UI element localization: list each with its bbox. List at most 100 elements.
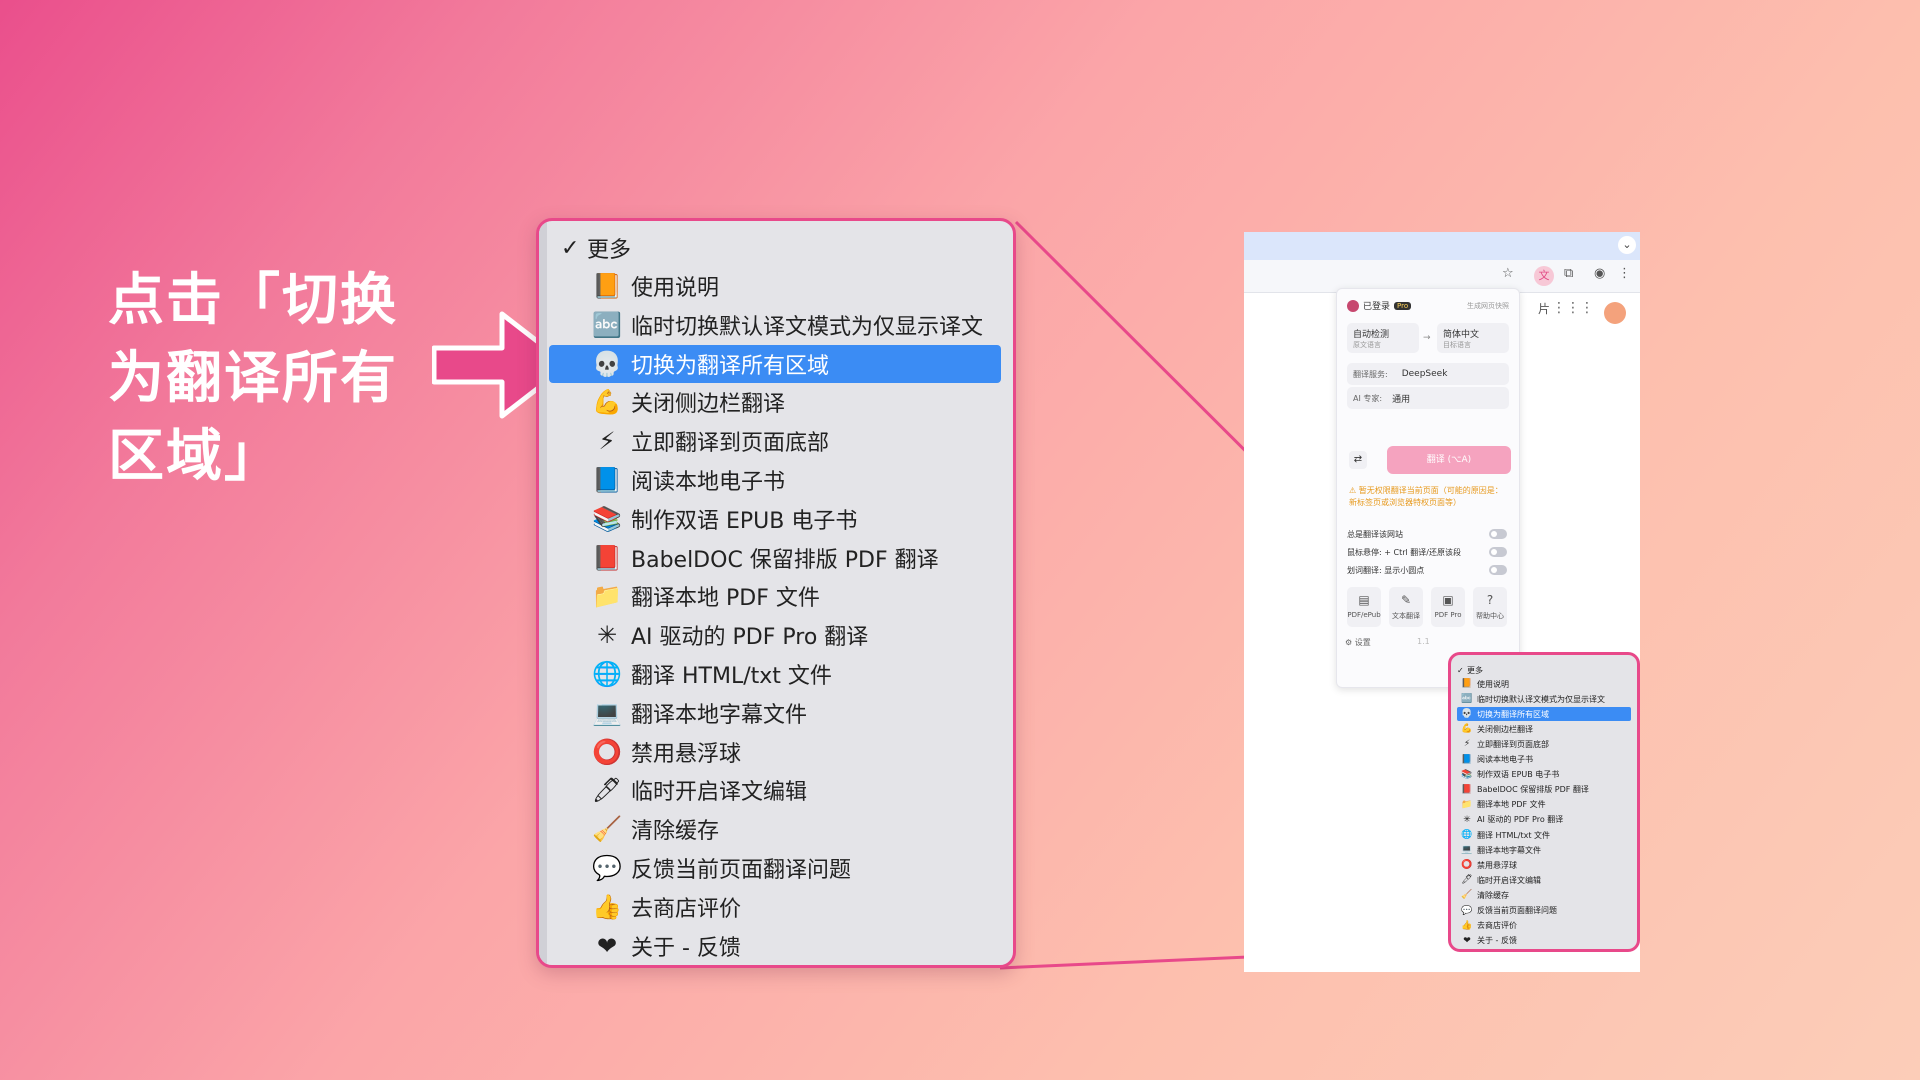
document-icon: ▤ — [1358, 593, 1370, 607]
mini-menu-item-label: 临时开启译文编辑 — [1477, 875, 1541, 885]
mini-menu-item[interactable]: ⭕ 禁用悬浮球 — [1457, 858, 1631, 872]
expert-value: 通用 — [1392, 394, 1411, 405]
translate-button[interactable]: 翻译 (⌥A) — [1387, 446, 1511, 474]
settings-label: 设置 — [1354, 638, 1371, 647]
snapshot-link[interactable]: 生成网页快照 — [1467, 301, 1509, 311]
menu-item-label: 翻译本地 PDF 文件 — [631, 586, 820, 612]
profile-icon[interactable]: ◉ — [1594, 266, 1605, 281]
apps-grid-icon[interactable]: ⋮⋮⋮ — [1552, 300, 1594, 316]
mini-menu-item-label: 阅读本地电子书 — [1477, 755, 1533, 764]
mini-menu-item[interactable]: 👍 去商店评价 — [1457, 919, 1631, 933]
source-language-value: 自动检测 — [1353, 329, 1390, 340]
menu-item[interactable]: ⚡ 立即翻译到页面底部 — [549, 422, 1001, 460]
always-translate-toggle[interactable] — [1489, 529, 1507, 539]
folder-icon: 📁 — [1461, 799, 1473, 810]
text-translate-tool[interactable]: ✎ 文本翻译 — [1389, 587, 1423, 627]
mini-menu-item[interactable]: 📘 阅读本地电子书 — [1457, 753, 1631, 767]
menu-item[interactable]: 🧹 清除缓存 — [549, 810, 1001, 848]
select-toggle[interactable] — [1489, 565, 1507, 575]
user-avatar-icon — [1347, 299, 1359, 312]
menu-item-label: 制作双语 EPUB 电子书 — [631, 508, 858, 534]
mini-menu-item[interactable]: 🌐 翻译 HTML/txt 文件 — [1457, 828, 1631, 842]
mini-menu-item-label: 临时切换默认译文模式为仅显示译文 — [1477, 694, 1605, 704]
menu-item[interactable]: 🖊 临时开启译文编辑 — [549, 771, 1001, 809]
menu-item-label: 去商店评价 — [631, 896, 742, 922]
mini-menu-item[interactable]: 📚 制作双语 EPUB 电子书 — [1457, 768, 1631, 782]
menu-item[interactable]: 💪 关闭侧边栏翻译 — [549, 383, 1001, 421]
lightning-icon: ⚡ — [1463, 739, 1471, 750]
mini-menu-item[interactable]: 💻 翻译本地字幕文件 — [1457, 843, 1631, 857]
menu-item[interactable]: 💀 切换为翻译所有区域 — [549, 344, 1001, 383]
puzzle-icon[interactable]: ⧉ — [1564, 266, 1573, 281]
blue-book-icon: 📘 — [1461, 754, 1473, 765]
menu-header-more[interactable]: ✓ 更多 — [549, 229, 1001, 267]
menu-item-label: 立即翻译到页面底部 — [631, 431, 830, 457]
mini-menu-item[interactable]: 💪 关闭侧边栏翻译 — [1457, 722, 1631, 736]
heart-icon: ❤ — [596, 931, 618, 960]
pdf-pro-tool[interactable]: ▣ PDF Pro — [1431, 587, 1465, 627]
speech-bubble-icon: 💬 — [1461, 905, 1473, 916]
chevron-down-icon[interactable]: ⌄ — [1618, 236, 1636, 254]
swap-language-icon[interactable]: ⇄ — [1349, 451, 1367, 469]
source-language-select[interactable]: 自动检测 原文语言 — [1347, 323, 1419, 353]
hover-label: 鼠标悬停: + Ctrl 翻译/还原该段 — [1347, 548, 1461, 557]
speech-bubble-icon: 💬 — [592, 854, 622, 882]
menu-item[interactable]: ⭕ 禁用悬浮球 — [549, 733, 1001, 771]
star-icon[interactable]: ☆ — [1502, 266, 1514, 281]
target-language-select[interactable]: 简体中文 目标语言 — [1437, 323, 1509, 353]
mini-menu-item-label: 制作双语 EPUB 电子书 — [1477, 770, 1560, 780]
mini-menu-item[interactable]: ⚡ 立即翻译到页面底部 — [1457, 737, 1631, 751]
mini-menu-item-label: 切换为翻译所有区域 — [1477, 709, 1549, 719]
menu-item[interactable]: 💻 翻译本地字幕文件 — [549, 694, 1001, 732]
menu-item[interactable]: 📚 制作双语 EPUB 电子书 — [549, 500, 1001, 538]
menu-item[interactable]: 🔤 临时切换默认译文模式为仅显示译文 — [549, 306, 1001, 344]
browser-titlebar: ⌄ — [1244, 232, 1640, 260]
mini-menu-item-label: 翻译本地字幕文件 — [1477, 845, 1541, 855]
mini-menu-item[interactable]: 🖊 临时开启译文编辑 — [1457, 873, 1631, 887]
kebab-menu-icon[interactable]: ⋮ — [1618, 266, 1631, 281]
mini-menu-item[interactable]: 📁 翻译本地 PDF 文件 — [1457, 798, 1631, 812]
menu-item[interactable]: 📙 使用说明 — [549, 267, 1001, 305]
menu-item-label: BabelDOC 保留排版 PDF 翻译 — [631, 547, 939, 573]
menu-item-label: 使用说明 — [631, 276, 720, 301]
mini-menu-item[interactable]: 📙 使用说明 — [1457, 677, 1631, 691]
settings-link[interactable]: ⚙ 设置 — [1345, 637, 1371, 648]
translate-extension-icon[interactable]: 文 — [1534, 266, 1554, 286]
source-language-caption: 原文语言 — [1353, 340, 1381, 349]
mini-menu-item[interactable]: 💀 切换为翻译所有区域 — [1457, 707, 1631, 722]
mini-menu-item[interactable]: ❤ 关于 - 反馈 — [1457, 934, 1631, 948]
menu-item[interactable]: ✳ AI 驱动的 PDF Pro 翻译 — [549, 616, 1001, 654]
mini-menu-item[interactable]: 🔤 临时切换默认译文模式为仅显示译文 — [1457, 692, 1631, 706]
ai-expert-select[interactable]: AI 专家: 通用 — [1347, 387, 1509, 409]
always-translate-label: 总是翻译该网站 — [1347, 530, 1403, 539]
mini-menu-item[interactable]: ✳ AI 驱动的 PDF Pro 翻译 — [1457, 813, 1631, 827]
help-center-tool[interactable]: ? 帮助中心 — [1473, 587, 1507, 627]
books-icon: 📚 — [1461, 769, 1473, 780]
mini-menu-item-label: BabelDOC 保留排版 PDF 翻译 — [1477, 785, 1589, 795]
mini-menu-item-label: 翻译本地 PDF 文件 — [1477, 800, 1546, 810]
mini-menu-item[interactable]: 💬 反馈当前页面翻译问题 — [1457, 904, 1631, 918]
page-side-text: 片 — [1537, 302, 1550, 316]
pdf-epub-tool[interactable]: ▤ PDF/ePub — [1347, 587, 1381, 627]
thumbs-up-icon: 👍 — [592, 892, 622, 921]
menu-item[interactable]: 🌐 翻译 HTML/txt 文件 — [549, 655, 1001, 693]
translation-service-select[interactable]: 翻译服务: DeepSeek — [1347, 363, 1509, 385]
checkmark-icon: ✓ — [561, 235, 580, 261]
mini-menu-item[interactable]: 🧹 清除缓存 — [1457, 888, 1631, 902]
menu-item[interactable]: ❤ 关于 - 反馈 — [549, 927, 1001, 965]
hover-toggle[interactable] — [1489, 547, 1507, 557]
menu-item[interactable]: 💬 反馈当前页面翻译问题 — [549, 849, 1001, 887]
hover-row: 鼠标悬停: + Ctrl 翻译/还原该段 — [1347, 547, 1509, 558]
menu-item[interactable]: 📕 BabelDOC 保留排版 PDF 翻译 — [549, 539, 1001, 577]
mini-menu-item-label: 关于 - 反馈 — [1477, 936, 1517, 946]
avatar[interactable] — [1604, 302, 1626, 324]
mini-menu-item[interactable]: 📕 BabelDOC 保留排版 PDF 翻译 — [1457, 783, 1631, 797]
menu-item[interactable]: 📁 翻译本地 PDF 文件 — [549, 577, 1001, 615]
menu-header-more-small[interactable]: ✓ 更多 — [1457, 663, 1631, 677]
abc-icon: 🔤 — [1461, 694, 1473, 705]
select-label: 划词翻译: 显示小圆点 — [1347, 566, 1425, 575]
menu-item[interactable]: 👍 去商店评价 — [549, 888, 1001, 926]
red-book-icon: 📕 — [592, 543, 622, 572]
menu-item[interactable]: 📘 阅读本地电子书 — [549, 461, 1001, 499]
expert-label: AI 专家: — [1353, 393, 1383, 403]
